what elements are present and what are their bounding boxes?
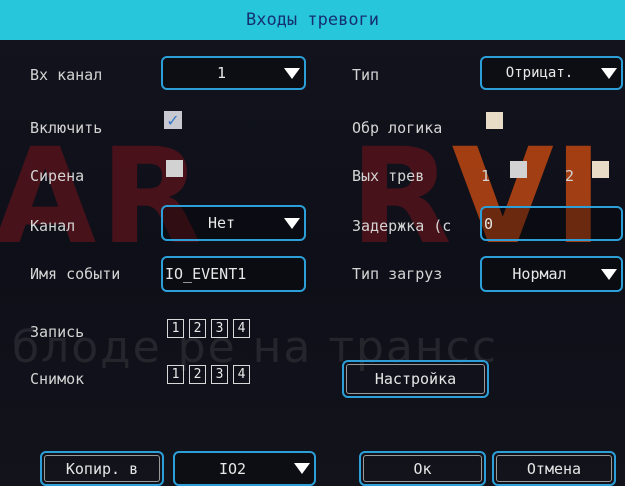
event-name-label: Имя событи <box>30 265 121 283</box>
checkmark-icon: ✓ <box>166 110 180 130</box>
copy-to-button[interactable]: Копир. в <box>40 451 164 486</box>
input-channel-dropdown[interactable]: 1 <box>161 56 306 90</box>
copy-target-dropdown[interactable]: IO2 <box>173 451 316 486</box>
upload-type-dropdown[interactable]: Нормал <box>480 256 623 292</box>
event-name-value: IO_EVENT1 <box>165 265 247 283</box>
record-channel-2[interactable]: 2 <box>189 319 206 338</box>
copy-target-value: IO2 <box>218 459 247 478</box>
reverse-logic-label: Обр логика <box>352 119 443 137</box>
ok-button[interactable]: Ок <box>359 451 486 486</box>
snapshot-channel-4[interactable]: 4 <box>233 365 250 384</box>
chevron-down-icon[interactable] <box>597 258 621 290</box>
alarm-out-2-label: 2 <box>565 167 575 185</box>
upload-type-value: Нормал <box>512 265 567 283</box>
enable-label: Включить <box>30 119 103 137</box>
settings-button[interactable]: Настройка <box>342 360 489 398</box>
delay-label: Задержка (с <box>352 217 452 235</box>
chevron-down-icon[interactable] <box>280 58 304 88</box>
reverse-logic-checkbox[interactable] <box>486 112 503 129</box>
cancel-button[interactable]: Отмена <box>492 451 616 486</box>
record-label: Запись <box>30 323 85 341</box>
type-label: Тип <box>352 66 380 84</box>
enable-checkbox[interactable]: ✓ <box>164 110 182 130</box>
window-title-bar: Входы тревоги <box>0 0 625 40</box>
record-channel-1[interactable]: 1 <box>167 319 184 338</box>
channel-label: Вх канал <box>30 66 103 84</box>
input-channel-value: 1 <box>216 64 227 82</box>
snapshot-label: Снимок <box>30 370 85 388</box>
camera-channel-dropdown[interactable]: Нет <box>161 205 306 241</box>
alarm-out-label: Вых трев <box>352 167 425 185</box>
alarm-out-1-checkbox[interactable] <box>510 161 527 178</box>
settings-button-label: Настройка <box>346 364 485 394</box>
snapshot-channel-3[interactable]: 3 <box>211 365 228 384</box>
window-title: Входы тревоги <box>245 10 380 30</box>
chevron-down-icon[interactable] <box>290 453 314 484</box>
cancel-button-label: Отмена <box>496 455 612 482</box>
camera-channel-label: Канал <box>30 217 76 235</box>
snapshot-channel-2[interactable]: 2 <box>189 365 206 384</box>
alarm-out-1-label: 1 <box>481 167 491 185</box>
alarm-out-2-checkbox[interactable] <box>592 161 609 178</box>
copy-to-label: Копир. в <box>44 455 160 482</box>
delay-input[interactable]: 0 <box>480 206 623 241</box>
snapshot-channel-1[interactable]: 1 <box>167 365 184 384</box>
ok-button-label: Ок <box>363 455 482 482</box>
siren-label: Сирена <box>30 167 85 185</box>
chevron-down-icon[interactable] <box>280 207 304 239</box>
siren-checkbox[interactable] <box>166 160 183 177</box>
record-channel-4[interactable]: 4 <box>233 319 250 338</box>
camera-channel-value: Нет <box>207 214 236 232</box>
delay-value: 0 <box>484 214 494 233</box>
event-name-input[interactable]: IO_EVENT1 <box>161 256 306 292</box>
record-channel-3[interactable]: 3 <box>211 319 228 338</box>
input-type-value: Отрицат. <box>505 65 574 81</box>
input-type-dropdown[interactable]: Отрицат. <box>480 56 623 90</box>
chevron-down-icon[interactable] <box>597 58 621 88</box>
upload-type-label: Тип загруз <box>352 265 443 283</box>
